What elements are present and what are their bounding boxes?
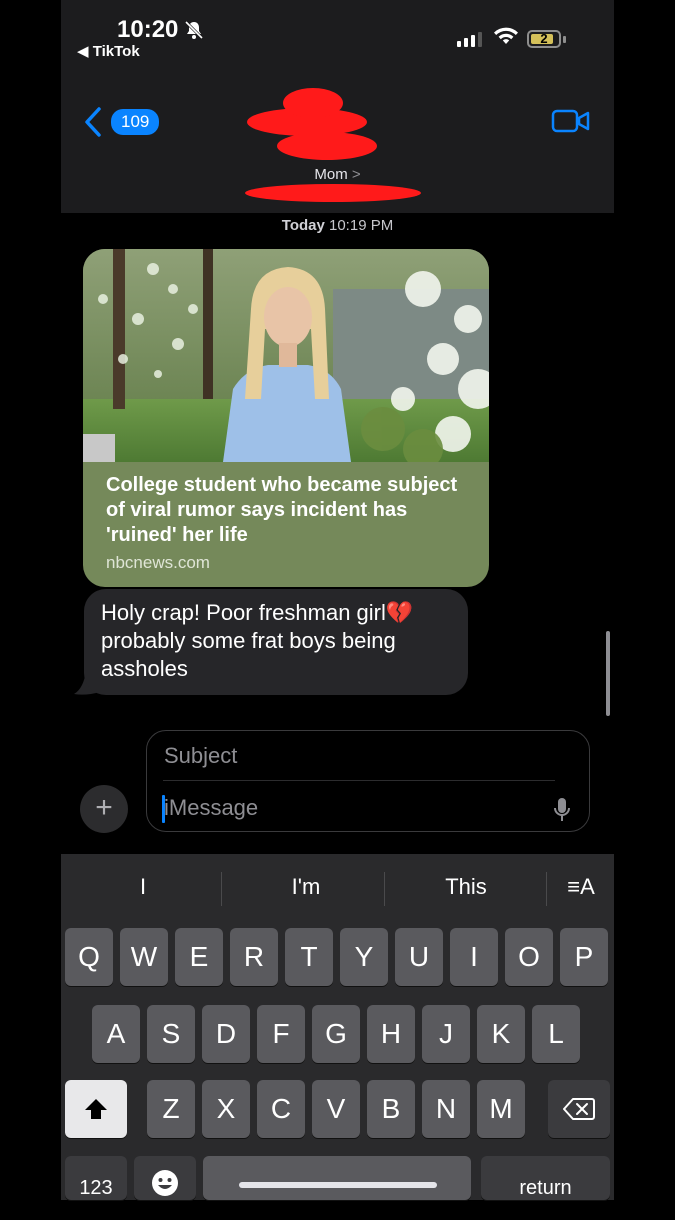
emoji-key[interactable] xyxy=(134,1156,196,1200)
numbers-key[interactable]: 123 xyxy=(65,1156,127,1200)
key-x[interactable]: X xyxy=(202,1080,250,1138)
incoming-message-bubble[interactable]: Holy crap! Poor freshman girl💔 probably … xyxy=(84,589,468,695)
suggestion-divider xyxy=(546,872,547,906)
article-photo xyxy=(83,249,489,462)
contact-avatar-redacted[interactable] xyxy=(247,88,377,160)
key-v[interactable]: V xyxy=(312,1080,360,1138)
key-s[interactable]: S xyxy=(147,1005,195,1063)
battery-percentage: 2 xyxy=(540,31,548,46)
key-d[interactable]: D xyxy=(202,1005,250,1063)
subject-field[interactable]: Subject xyxy=(164,743,237,769)
key-z[interactable]: Z xyxy=(147,1080,195,1138)
scrollbar[interactable] xyxy=(606,631,610,716)
key-t[interactable]: T xyxy=(285,928,333,986)
message-timestamp: Today 10:19 PM xyxy=(0,217,675,234)
redaction-mark xyxy=(245,184,421,202)
key-u[interactable]: U xyxy=(395,928,443,986)
suggestion-divider xyxy=(221,872,222,906)
text-format-icon[interactable]: ≡A xyxy=(561,874,601,900)
predictive-bar: I I'm This ≡A xyxy=(61,854,614,924)
message-input[interactable]: iMessage xyxy=(164,795,258,821)
key-c[interactable]: C xyxy=(257,1080,305,1138)
battery-icon: 2 xyxy=(527,30,561,48)
key-f[interactable]: F xyxy=(257,1005,305,1063)
key-h[interactable]: H xyxy=(367,1005,415,1063)
message-text-line1: Holy crap! Poor freshman girl xyxy=(101,600,386,625)
apps-plus-button[interactable]: + xyxy=(80,785,128,833)
key-w[interactable]: W xyxy=(120,928,168,986)
facetime-video-icon[interactable] xyxy=(551,108,591,139)
suggestion-2[interactable]: I'm xyxy=(266,874,346,900)
microphone-icon[interactable] xyxy=(553,797,571,828)
timestamp-time: 10:19 PM xyxy=(329,217,394,234)
suggestion-1[interactable]: I xyxy=(121,874,165,900)
broken-heart-emoji: 💔 xyxy=(385,600,414,625)
right-black-border xyxy=(614,0,675,1200)
key-b[interactable]: B xyxy=(367,1080,415,1138)
timestamp-day: Today xyxy=(281,217,325,234)
shift-key[interactable] xyxy=(65,1080,127,1138)
key-q[interactable]: Q xyxy=(65,928,113,986)
left-black-border xyxy=(0,0,61,1200)
link-preview-domain: nbcnews.com xyxy=(106,553,210,572)
key-e[interactable]: E xyxy=(175,928,223,986)
chevron-right-icon: > xyxy=(351,166,361,183)
status-bar: 10:20 ◀ TikTok 2 xyxy=(61,0,614,70)
emoji-smiley-icon xyxy=(152,1170,178,1196)
cellular-signal-icon xyxy=(457,32,482,47)
link-preview-card[interactable]: College student who became subject of vi… xyxy=(83,249,489,587)
keyboard: I I'm This ≡A Q W E R T Y U I O P A S D … xyxy=(61,854,614,1200)
message-text: Holy crap! Poor freshman girl💔 probably … xyxy=(101,599,461,683)
key-m[interactable]: M xyxy=(477,1080,525,1138)
home-indicator xyxy=(239,1182,437,1188)
key-a[interactable]: A xyxy=(92,1005,140,1063)
back-chevron-icon[interactable] xyxy=(83,106,103,143)
message-text-line2: probably some frat boys being assholes xyxy=(101,628,396,681)
link-preview-title: College student who became subject of vi… xyxy=(106,474,458,546)
wifi-icon xyxy=(493,26,519,51)
unread-count-badge[interactable]: 109 xyxy=(111,109,160,135)
conversation-header: 109 Mom > xyxy=(61,70,614,213)
contact-name[interactable]: Mom > xyxy=(61,166,614,183)
key-j[interactable]: J xyxy=(422,1005,470,1063)
key-r[interactable]: R xyxy=(230,928,278,986)
key-i[interactable]: I xyxy=(450,928,498,986)
contact-name-label: Mom xyxy=(314,166,348,183)
backspace-icon xyxy=(563,1098,595,1120)
bell-off-icon xyxy=(184,20,204,45)
backspace-key[interactable] xyxy=(548,1080,610,1138)
key-l[interactable]: L xyxy=(532,1005,580,1063)
key-k[interactable]: K xyxy=(477,1005,525,1063)
compose-divider xyxy=(163,780,555,781)
compose-box[interactable]: Subject iMessage xyxy=(146,730,590,832)
key-o[interactable]: O xyxy=(505,928,553,986)
battery-cap xyxy=(563,36,566,43)
suggestion-3[interactable]: This xyxy=(426,874,506,900)
space-bar[interactable] xyxy=(203,1156,471,1200)
suggestion-divider xyxy=(384,872,385,906)
key-p[interactable]: P xyxy=(560,928,608,986)
back-to-app-link[interactable]: ◀ TikTok xyxy=(77,42,140,60)
status-time: 10:20 xyxy=(117,16,179,43)
shift-arrow-icon xyxy=(85,1099,107,1119)
key-g[interactable]: G xyxy=(312,1005,360,1063)
key-y[interactable]: Y xyxy=(340,928,388,986)
key-n[interactable]: N xyxy=(422,1080,470,1138)
return-key[interactable]: return xyxy=(481,1156,610,1200)
